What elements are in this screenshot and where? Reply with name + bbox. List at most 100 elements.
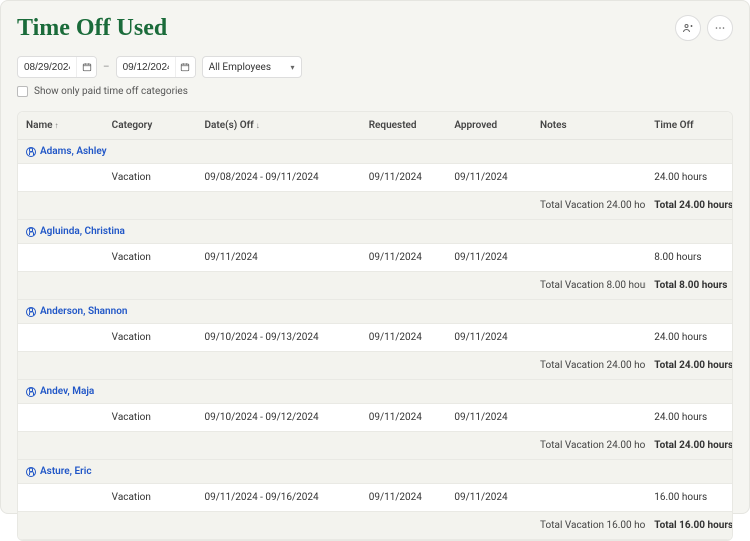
total-notes: Total Vacation 8.00 hours bbox=[532, 272, 646, 300]
employee-select[interactable]: All Employees ▾ bbox=[202, 56, 302, 78]
cell-notes bbox=[532, 404, 646, 432]
total-notes: Total Vacation 24.00 hours bbox=[532, 432, 646, 460]
paid-only-checkbox[interactable] bbox=[17, 86, 28, 97]
total-notes: Total Vacation 24.00 hours bbox=[532, 192, 646, 220]
entry-row: Vacation09/11/202409/11/202409/11/20248.… bbox=[18, 244, 732, 272]
col-name[interactable]: Name↑ bbox=[18, 112, 104, 140]
cell-name bbox=[18, 244, 104, 272]
cell-category: Vacation bbox=[104, 244, 197, 272]
employee-link[interactable]: Agluinda, Christina bbox=[40, 226, 125, 237]
table-body: Adams, AshleyVacation09/08/2024 - 09/11/… bbox=[18, 140, 732, 540]
cell-category: Vacation bbox=[104, 484, 197, 512]
cell-dates: 09/08/2024 - 09/11/2024 bbox=[196, 164, 360, 192]
date-to-input[interactable] bbox=[117, 62, 175, 73]
employee-row: Agluinda, Christina bbox=[18, 220, 732, 244]
cell-category: Vacation bbox=[104, 404, 197, 432]
cell-category: Vacation bbox=[104, 324, 197, 352]
cell-dates: 09/11/2024 bbox=[196, 244, 360, 272]
cell-requested: 09/11/2024 bbox=[361, 244, 447, 272]
date-to-cal-button[interactable] bbox=[175, 57, 195, 77]
cell-notes bbox=[532, 324, 646, 352]
calendar-icon bbox=[82, 62, 92, 72]
cell-requested: 09/11/2024 bbox=[361, 404, 447, 432]
header: Time Off Used bbox=[17, 15, 733, 42]
employee-link[interactable]: Asture, Eric bbox=[40, 466, 92, 477]
total-row: Total Vacation 24.00 hoursTotal 24.00 ho… bbox=[18, 352, 732, 380]
total-timeoff: Total 24.00 hours bbox=[646, 192, 732, 220]
cell-approved: 09/11/2024 bbox=[446, 164, 532, 192]
date-to-field[interactable] bbox=[116, 56, 196, 78]
cell-requested: 09/11/2024 bbox=[361, 484, 447, 512]
paid-only-label: Show only paid time off categories bbox=[34, 86, 188, 97]
cell-category: Vacation bbox=[104, 164, 197, 192]
col-category[interactable]: Category bbox=[104, 112, 197, 140]
cell-timeoff: 24.00 hours bbox=[646, 164, 732, 192]
total-row: Total Vacation 24.00 hoursTotal 24.00 ho… bbox=[18, 192, 732, 220]
more-button[interactable] bbox=[707, 15, 733, 41]
col-requested[interactable]: Requested bbox=[361, 112, 447, 140]
employee-link[interactable]: Adams, Ashley bbox=[40, 146, 107, 157]
cell-approved: 09/11/2024 bbox=[446, 484, 532, 512]
employee-row: Anderson, Shannon bbox=[18, 300, 732, 324]
page-title: Time Off Used bbox=[17, 15, 167, 42]
sort-desc-icon: ↓ bbox=[256, 121, 260, 130]
total-timeoff: Total 16.00 hours bbox=[646, 512, 732, 540]
date-range-separator: – bbox=[103, 62, 110, 73]
total-notes: Total Vacation 24.00 hours bbox=[532, 352, 646, 380]
cell-dates: 09/10/2024 - 09/12/2024 bbox=[196, 404, 360, 432]
report-table-wrap: Name↑ Category Date(s) Off↓ Requested Ap… bbox=[17, 111, 733, 541]
cell-approved: 09/11/2024 bbox=[446, 244, 532, 272]
person-icon bbox=[26, 147, 36, 157]
employee-row: Adams, Ashley bbox=[18, 140, 732, 164]
cell-timeoff: 8.00 hours bbox=[646, 244, 732, 272]
cell-requested: 09/11/2024 bbox=[361, 324, 447, 352]
total-notes: Total Vacation 16.00 hours bbox=[532, 512, 646, 540]
cell-timeoff: 24.00 hours bbox=[646, 324, 732, 352]
employee-link[interactable]: Anderson, Shannon bbox=[40, 306, 127, 317]
col-dates[interactable]: Date(s) Off↓ bbox=[196, 112, 360, 140]
share-button[interactable] bbox=[675, 15, 701, 41]
cell-timeoff: 16.00 hours bbox=[646, 484, 732, 512]
employee-link[interactable]: Andev, Maja bbox=[40, 386, 94, 397]
cell-name bbox=[18, 324, 104, 352]
cell-timeoff: 24.00 hours bbox=[646, 404, 732, 432]
cell-dates: 09/10/2024 - 09/13/2024 bbox=[196, 324, 360, 352]
cell-notes bbox=[532, 164, 646, 192]
person-icon bbox=[26, 467, 36, 477]
date-from-cal-button[interactable] bbox=[76, 57, 96, 77]
total-timeoff: Total 24.00 hours bbox=[646, 432, 732, 460]
report-table: Name↑ Category Date(s) Off↓ Requested Ap… bbox=[18, 112, 732, 540]
cell-notes bbox=[532, 484, 646, 512]
filters-row: – All Employees ▾ bbox=[17, 56, 733, 78]
col-notes[interactable]: Notes bbox=[532, 112, 646, 140]
person-icon bbox=[26, 387, 36, 397]
table-head: Name↑ Category Date(s) Off↓ Requested Ap… bbox=[18, 112, 732, 140]
paid-only-row: Show only paid time off categories bbox=[17, 86, 733, 97]
person-icon bbox=[26, 227, 36, 237]
share-icon bbox=[682, 22, 694, 34]
entry-row: Vacation09/11/2024 - 09/16/202409/11/202… bbox=[18, 484, 732, 512]
entry-row: Vacation09/10/2024 - 09/12/202409/11/202… bbox=[18, 404, 732, 432]
col-timeoff[interactable]: Time Off bbox=[646, 112, 732, 140]
cell-notes bbox=[532, 244, 646, 272]
chevron-down-icon: ▾ bbox=[291, 63, 295, 72]
col-approved[interactable]: Approved bbox=[446, 112, 532, 140]
cell-name bbox=[18, 404, 104, 432]
cell-approved: 09/11/2024 bbox=[446, 404, 532, 432]
date-from-field[interactable] bbox=[17, 56, 97, 78]
total-row: Total Vacation 16.00 hoursTotal 16.00 ho… bbox=[18, 512, 732, 540]
person-icon bbox=[26, 307, 36, 317]
total-timeoff: Total 8.00 hours bbox=[646, 272, 732, 300]
date-from-input[interactable] bbox=[18, 62, 76, 73]
employee-select-label: All Employees bbox=[209, 62, 271, 73]
total-timeoff: Total 24.00 hours bbox=[646, 352, 732, 380]
employee-row: Asture, Eric bbox=[18, 460, 732, 484]
entry-row: Vacation09/10/2024 - 09/13/202409/11/202… bbox=[18, 324, 732, 352]
cell-approved: 09/11/2024 bbox=[446, 324, 532, 352]
sort-asc-icon: ↑ bbox=[55, 121, 59, 130]
cell-name bbox=[18, 484, 104, 512]
cell-dates: 09/11/2024 - 09/16/2024 bbox=[196, 484, 360, 512]
cell-requested: 09/11/2024 bbox=[361, 164, 447, 192]
cell-name bbox=[18, 164, 104, 192]
page-root: Time Off Used – bbox=[0, 0, 750, 514]
